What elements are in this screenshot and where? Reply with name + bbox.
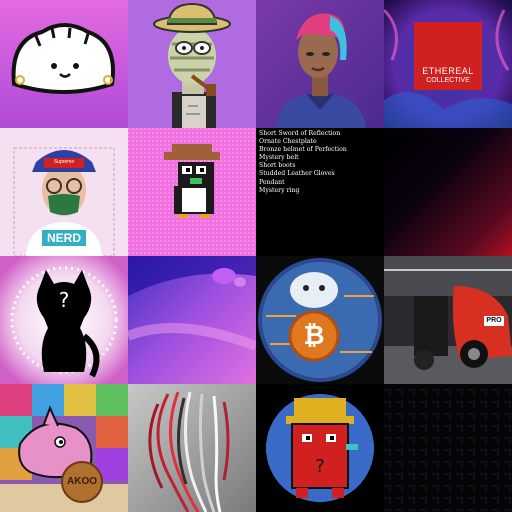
dumpling-nft-tile[interactable]	[0, 0, 128, 128]
pixel-penguin-nft-tile[interactable]	[128, 128, 256, 256]
abstract-art	[128, 256, 256, 384]
red-black-gradient-nft-tile[interactable]	[384, 128, 512, 256]
dark-circuit-nft-tile[interactable]	[384, 384, 512, 512]
pixel-penguin-art	[128, 128, 256, 256]
race-car-nft-tile[interactable]: PRO	[384, 256, 512, 384]
gradient-art	[384, 128, 512, 256]
shirt-text: NERD	[46, 231, 81, 245]
pixel-worker-nft-tile[interactable]: ?	[256, 384, 384, 512]
loot-bag-nft-tile[interactable]: Short Sword of Reflection Ornate Chestpl…	[256, 128, 384, 256]
dark-circuit-art	[384, 384, 512, 512]
car-plate: PRO	[486, 317, 502, 324]
loot-item: Mystery ring	[259, 186, 300, 194]
pink-dolphin-art	[0, 384, 128, 512]
ethereal-collective-nft-tile[interactable]: ETHEREAL COLLECTIVE	[384, 0, 512, 128]
loot-item: Ornate Chestplate	[259, 138, 317, 146]
cyberpunk-girl-nft-tile[interactable]	[256, 0, 384, 128]
dumpling-art	[0, 0, 128, 128]
brand-line-2: COLLECTIVE	[426, 77, 470, 84]
wire-hair-sculpture-nft-tile[interactable]	[128, 384, 256, 512]
ethereal-collective-art	[384, 0, 512, 128]
loot-item: Mystery belt	[259, 154, 299, 162]
pixel-worker-art	[256, 384, 384, 512]
loot-item: Studded Leather Gloves	[259, 170, 335, 178]
cyberpunk-girl-art	[256, 0, 384, 128]
brand-line-1: ETHEREAL	[422, 66, 474, 76]
mystery-silhouette-nft-tile[interactable]: ?	[0, 256, 128, 384]
bitcoin-hedgehog-nft-tile[interactable]: ₿	[256, 256, 384, 384]
coin-text: AKOO	[67, 476, 97, 487]
silhouette-art	[0, 256, 128, 384]
worker-mark: ?	[315, 456, 325, 477]
purple-abstract-nft-tile[interactable]	[128, 256, 256, 384]
zombie-explorer-nft-tile[interactable]	[128, 0, 256, 128]
loot-item: Short boots	[259, 162, 296, 170]
zombie-explorer-art	[128, 0, 256, 128]
wire-sculpture-art	[128, 384, 256, 512]
hat-text: Supreme	[53, 159, 75, 165]
nerd-avatar-nft-tile[interactable]: Supreme NERD	[0, 128, 128, 256]
pink-dolphin-nft-tile[interactable]: AKOO	[0, 384, 128, 512]
loot-item: Short Sword of Reflection	[259, 130, 341, 137]
loot-item: Bronze helmet of Perfection	[259, 146, 347, 154]
loot-item: Pendant	[259, 178, 285, 186]
bitcoin-symbol: ₿	[303, 321, 325, 351]
nft-gallery-grid: ETHEREAL COLLECTIVE Supreme NERD Short S…	[0, 0, 512, 512]
mystery-mark: ?	[58, 288, 70, 312]
